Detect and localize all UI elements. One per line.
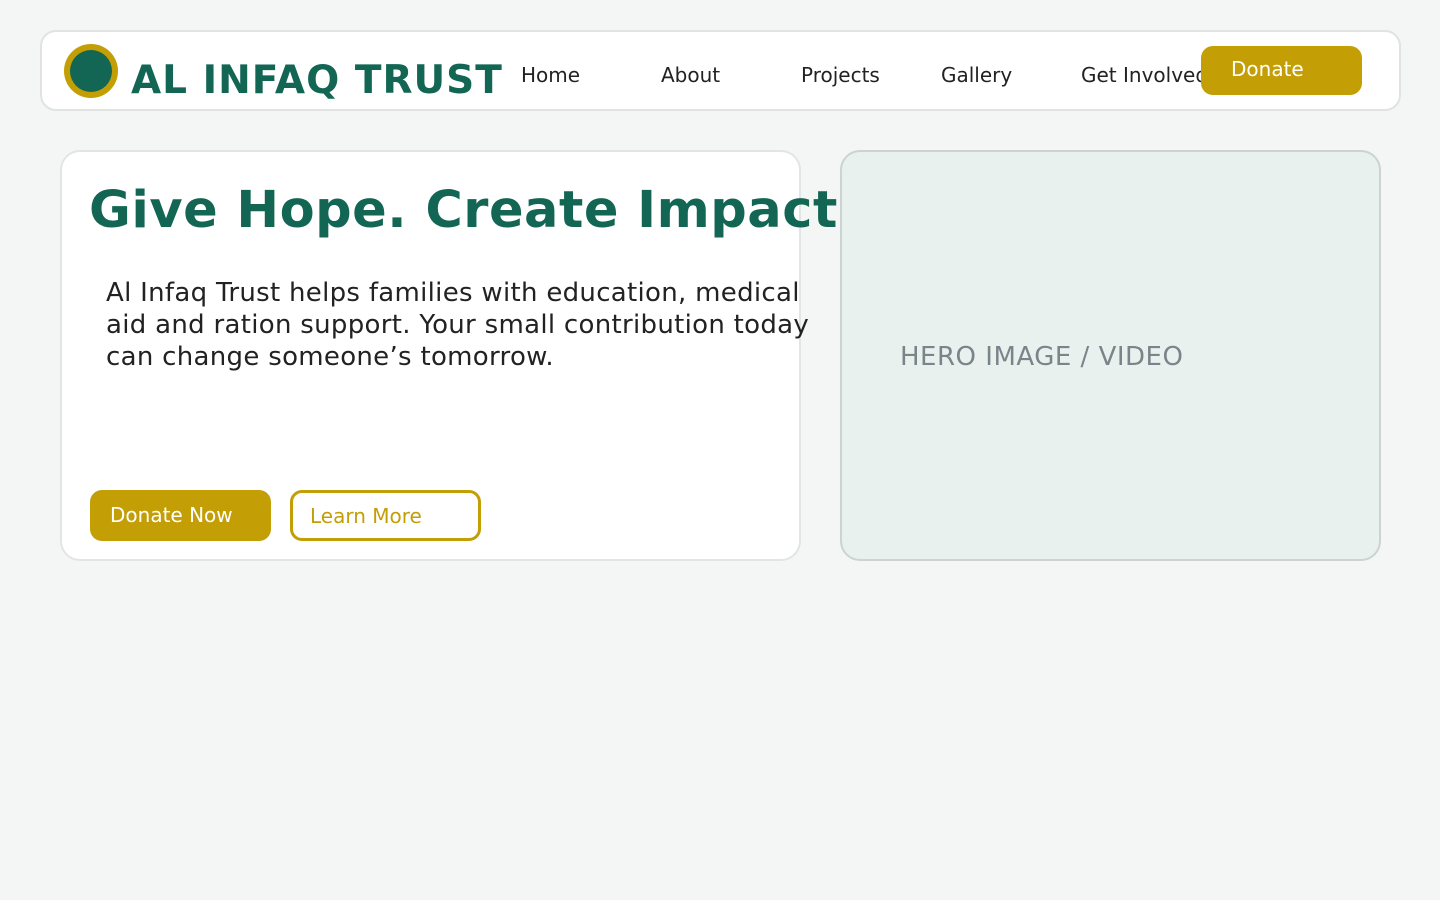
nav-link-get-involved[interactable]: Get Involved (1081, 62, 1208, 88)
nav-link-about[interactable]: About (661, 62, 720, 88)
hero-title: Give Hope. Create Impact. (89, 181, 858, 240)
donate-button[interactable]: Donate (1201, 46, 1362, 95)
hero-media-placeholder[interactable]: HERO IMAGE / VIDEO (840, 150, 1381, 561)
media-placeholder-label: HERO IMAGE / VIDEO (900, 342, 1184, 372)
nav-link-gallery[interactable]: Gallery (941, 62, 1012, 88)
donate-now-button[interactable]: Donate Now (90, 490, 271, 541)
top-navbar: AL INFAQ TRUST Home About Projects Galle… (40, 30, 1401, 111)
nav-link-projects[interactable]: Projects (801, 62, 880, 88)
nav-link-home[interactable]: Home (521, 62, 580, 88)
hero-description-line: Al Infaq Trust helps families with educa… (106, 278, 800, 308)
hero-description: Al Infaq Trust helps families with educa… (106, 277, 846, 373)
hero-description-line: aid and ration support. Your small contr… (106, 310, 810, 340)
logo-emblem-icon[interactable] (64, 44, 118, 98)
hero-description-line: can change someone’s tomorrow. (106, 342, 554, 372)
brand-name[interactable]: AL INFAQ TRUST (131, 57, 503, 105)
learn-more-button[interactable]: Learn More (290, 490, 481, 541)
